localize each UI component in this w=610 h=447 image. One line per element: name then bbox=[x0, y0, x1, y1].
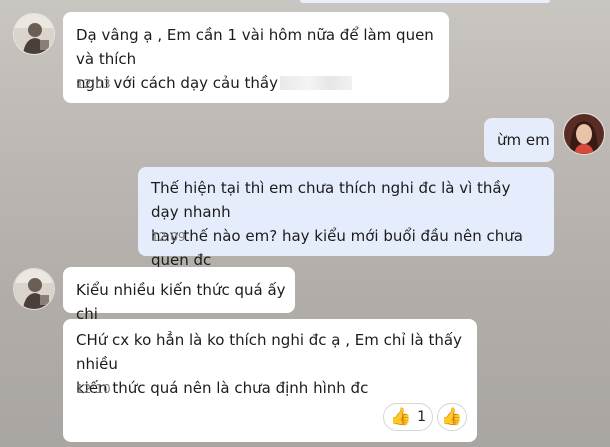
reaction-thumbs-up-count[interactable]: 👍 1 bbox=[383, 403, 433, 431]
message-text: Dạ vâng ạ , Em cần 1 vài hôm nữa để làm … bbox=[76, 26, 434, 92]
thumbs-up-icon: 👍 bbox=[441, 406, 463, 427]
add-reaction-button[interactable]: 👍 bbox=[437, 403, 467, 431]
redacted-text bbox=[279, 76, 352, 90]
previous-message-edge bbox=[300, 0, 550, 3]
message-bubble[interactable]: Thế hiện tại thì em chưa thích nghi đc l… bbox=[138, 167, 554, 269]
contact-avatar[interactable] bbox=[13, 268, 55, 310]
message-time: 12:03 bbox=[76, 77, 111, 91]
message-text: ừm em bbox=[497, 131, 550, 149]
message-bubble[interactable]: Dạ vâng ạ , Em cần 1 vài hôm nữa để làm … bbox=[63, 12, 449, 103]
reaction-count: 1 bbox=[417, 409, 427, 425]
message-time: 12:10 bbox=[76, 382, 111, 396]
message-text: CHứ cx ko hẳn là ko thích nghi đc ạ , Em… bbox=[76, 331, 462, 397]
message-time: 12:09 bbox=[151, 230, 186, 244]
message-bubble[interactable]: Kiểu nhiều kiến thức quá ấy chị bbox=[63, 267, 295, 323]
contact-avatar[interactable] bbox=[13, 13, 55, 55]
thumbs-up-icon: 👍 bbox=[389, 406, 412, 427]
message-text: Thế hiện tại thì em chưa thích nghi đc l… bbox=[151, 179, 523, 269]
message-bubble[interactable]: ừm em bbox=[484, 118, 554, 162]
my-avatar[interactable] bbox=[563, 113, 605, 155]
message-bubble[interactable]: CHứ cx ko hẳn là ko thích nghi đc ạ , Em… bbox=[63, 319, 477, 442]
